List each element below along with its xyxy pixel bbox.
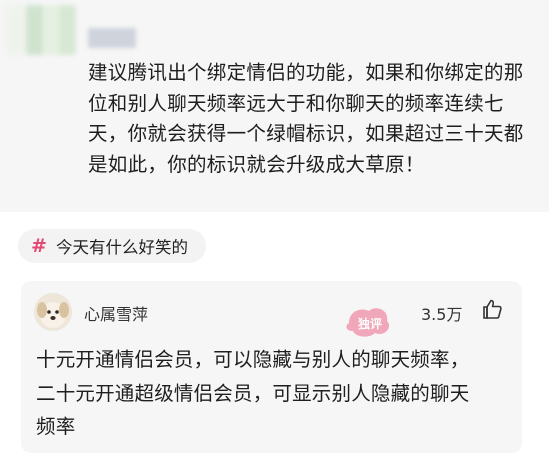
stamp-watermark-icon: 独评 bbox=[346, 308, 390, 337]
poster-name-blurred[interactable] bbox=[88, 28, 136, 48]
avatar[interactable] bbox=[34, 293, 72, 331]
post-card: 建议腾讯出个绑定情侣的功能，如果和你绑定的那位和别人聊天频率远大于和你聊天的频率… bbox=[0, 0, 549, 212]
thumbs-up-icon[interactable] bbox=[481, 298, 503, 320]
topic-tag[interactable]: # 今天有什么好笑的 bbox=[18, 229, 206, 263]
topic-label: 今天有什么好笑的 bbox=[56, 238, 188, 257]
post-text: 建议腾讯出个绑定情侣的功能，如果和你绑定的那位和别人聊天频率远大于和你聊天的频率… bbox=[88, 61, 524, 176]
comment-line-2: 二十元开通超级情侣会员，可显示别人隐藏的聊天 bbox=[36, 381, 470, 405]
svg-text:独评: 独评 bbox=[357, 316, 382, 331]
dog-avatar-icon bbox=[34, 293, 72, 331]
like-count: 3.5万 bbox=[421, 305, 463, 324]
comment-text: 十元开通情侣会员，可以隐藏与别人的聊天频率， 二十元开通超级情侣会员，可显示别人… bbox=[36, 343, 514, 444]
comment-line-3: 频率 bbox=[36, 415, 76, 438]
comment-card: 心属雪萍 独评 3.5万 十元开通情侣会员，可以隐藏与别人的聊天频率， 二十元开… bbox=[21, 281, 522, 453]
blurred-image bbox=[6, 5, 28, 55]
hash-icon: # bbox=[31, 235, 47, 257]
commenter-name[interactable]: 心属雪萍 bbox=[84, 301, 148, 325]
comment-line-1: 十元开通情侣会员，可以隐藏与别人的聊天频率， bbox=[36, 348, 470, 371]
poster-avatar-blurred[interactable] bbox=[26, 5, 76, 55]
